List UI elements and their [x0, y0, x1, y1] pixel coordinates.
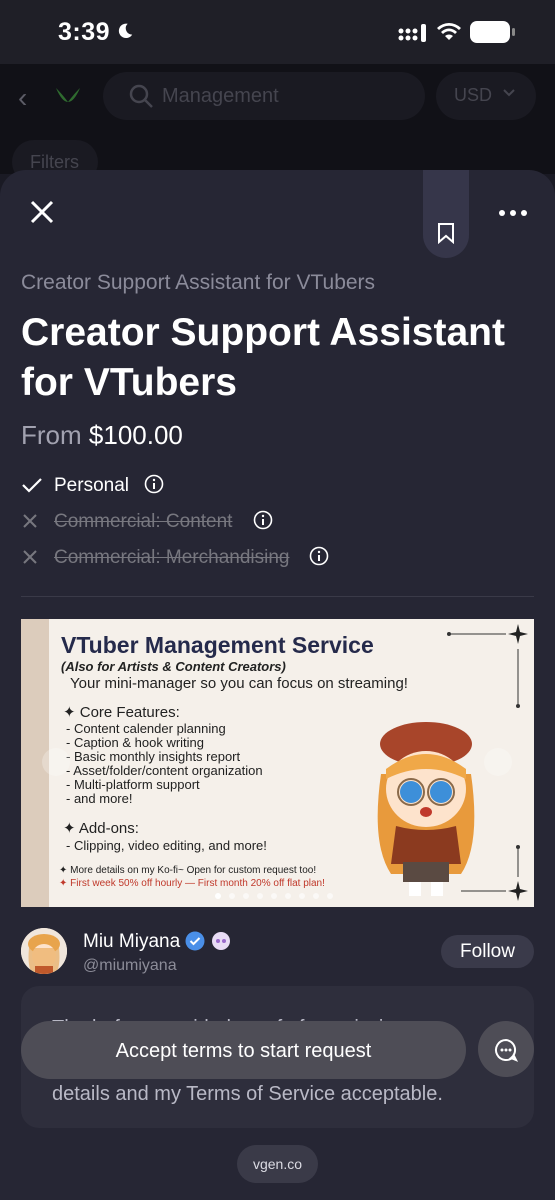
carousel-dot[interactable] [243, 893, 249, 899]
banner-core-list: - Content calender planning - Caption & … [66, 722, 263, 806]
list-item: - Multi-platform support [66, 777, 200, 792]
license-label: Personal [54, 475, 129, 496]
check-icon [22, 478, 42, 493]
banner-subtitle: (Also for Artists & Content Creators) [61, 659, 286, 674]
moon-icon [118, 23, 133, 39]
banner-addons-heading: ✦ Add-ons: [63, 820, 139, 837]
carousel-dot[interactable] [215, 893, 221, 899]
close-icon[interactable] [28, 198, 56, 226]
license-label: Commercial: Content [54, 511, 233, 532]
banner-addons-text: - Clipping, video editing, and more! [66, 838, 267, 853]
list-item: - Content calender planning [66, 721, 226, 736]
currency-label: USD [454, 85, 493, 105]
list-item: - Asset/folder/content organization [66, 763, 263, 778]
banner-core-heading: ✦ Core Features: [63, 704, 180, 721]
license-label: Commercial: Merchandising [54, 547, 290, 568]
cross-icon [23, 550, 37, 564]
avatar-badge-icon [212, 932, 230, 950]
more-options-icon[interactable] [498, 208, 528, 218]
search-icon [129, 84, 153, 108]
price-prefix: From [21, 420, 82, 450]
creator-name[interactable]: Miu Miyana [83, 931, 180, 953]
service-price: From $100.00 [21, 420, 183, 451]
verified-badge-icon [185, 931, 205, 951]
follow-button-label: Follow [460, 941, 515, 962]
price-value: $100.00 [88, 420, 183, 450]
carousel-prev-button[interactable] [42, 748, 70, 776]
list-item: - and more! [66, 791, 133, 806]
carousel-dot[interactable] [229, 893, 235, 899]
wifi-icon [437, 23, 461, 40]
bookmark-icon [438, 223, 454, 244]
list-item: - Basic monthly insights report [66, 749, 241, 764]
cross-icon [23, 514, 37, 528]
carousel-dot[interactable] [271, 893, 277, 899]
bookmark-button[interactable] [423, 170, 469, 258]
chat-bubble-icon [495, 1038, 518, 1062]
battery-icon [470, 21, 510, 43]
divider [21, 596, 534, 597]
service-image-carousel[interactable]: VTuber Management Service (Also for Arti… [21, 619, 534, 907]
chibi-character-illustration [377, 722, 475, 896]
creator-handle: @miumiyana [83, 957, 177, 974]
status-time: 3:39 [58, 18, 111, 46]
carousel-dot[interactable] [299, 893, 305, 899]
info-icon[interactable] [309, 546, 329, 566]
carousel-dots [215, 893, 333, 899]
carousel-dot[interactable] [257, 893, 263, 899]
accept-terms-label: Accept terms to start request [115, 1040, 372, 1062]
chevron-down-icon [503, 89, 515, 97]
vgen-logo-icon [56, 88, 80, 102]
banner-promo-note: ✦ First week 50% off hourly — First mont… [59, 878, 325, 889]
avatar[interactable] [21, 928, 67, 974]
service-title: Creator Support Assistant for VTubers [21, 311, 505, 404]
banner-title: VTuber Management Service [61, 632, 374, 658]
banner-note: ✦ More details on my Ko-fi~ Open for cus… [59, 865, 317, 876]
banner-tagline: Your mini-manager so you can focus on st… [70, 675, 408, 692]
carousel-next-button[interactable] [484, 748, 512, 776]
carousel-dot[interactable] [285, 893, 291, 899]
search-placeholder: Management [162, 85, 279, 107]
carousel-dot[interactable] [327, 893, 333, 899]
list-item: - Caption & hook writing [66, 735, 205, 750]
battery-tip [512, 28, 515, 36]
info-icon[interactable] [253, 510, 273, 530]
description-line: details and my Terms of Service acceptab… [52, 1083, 443, 1105]
cellular-signal-icon [398, 24, 426, 42]
service-category: Creator Support Assistant for VTubers [21, 271, 376, 294]
info-icon[interactable] [144, 474, 164, 494]
carousel-dot[interactable] [313, 893, 319, 899]
url-label: vgen.co [252, 1156, 303, 1172]
back-chevron-icon: ‹ [18, 82, 28, 113]
